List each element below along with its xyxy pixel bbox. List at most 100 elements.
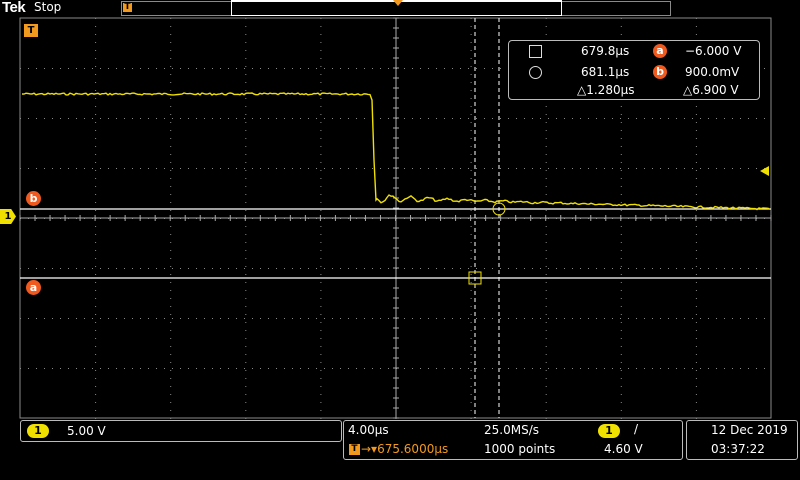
grid-dot bbox=[332, 168, 333, 169]
grid-dot bbox=[116, 68, 117, 69]
grid-dot bbox=[484, 318, 485, 319]
grid-dot bbox=[308, 268, 309, 269]
grid-dot bbox=[95, 170, 97, 171]
grid-dot bbox=[170, 378, 172, 379]
grid-dot bbox=[245, 26, 247, 27]
grid-dot bbox=[20, 68, 21, 69]
grid-dot bbox=[470, 362, 472, 363]
grid-dot bbox=[404, 168, 405, 169]
grid-dot bbox=[44, 118, 45, 119]
grid-dot bbox=[695, 170, 697, 171]
grid-dot bbox=[612, 268, 613, 269]
channel-1-scale-panel[interactable]: 1 5.00 V bbox=[20, 420, 342, 442]
grid-dot bbox=[108, 68, 109, 69]
grid-dot bbox=[252, 268, 253, 269]
grid-dot bbox=[140, 368, 141, 369]
time-per-division: 4.00µs bbox=[348, 423, 389, 437]
delta-time: △1.280µs bbox=[577, 83, 635, 97]
grid-dot bbox=[170, 146, 172, 147]
grid-dot bbox=[470, 186, 472, 187]
grid-dot bbox=[740, 368, 741, 369]
grid-dot bbox=[470, 154, 472, 155]
grid-dot bbox=[308, 318, 309, 319]
grid-dot bbox=[695, 410, 697, 411]
trigger-time-marker[interactable]: T bbox=[24, 24, 38, 37]
grid-dot bbox=[412, 268, 413, 269]
grid-dot bbox=[212, 268, 213, 269]
grid-dot bbox=[320, 410, 322, 411]
grid-dot bbox=[320, 250, 322, 251]
grid-dot bbox=[245, 66, 247, 67]
grid-dot bbox=[36, 318, 37, 319]
grid-dot bbox=[516, 268, 517, 269]
grid-dot bbox=[468, 268, 469, 269]
grid-dot bbox=[236, 368, 237, 369]
grid-dot bbox=[95, 410, 97, 411]
cursor-a-voltage: −6.000 V bbox=[685, 44, 742, 58]
grid-dot bbox=[708, 118, 709, 119]
grid-dot bbox=[124, 318, 125, 319]
grid-dot bbox=[170, 306, 172, 307]
grid-dot bbox=[580, 368, 581, 369]
grid-dot bbox=[170, 354, 172, 355]
grid-dot bbox=[380, 168, 381, 169]
grid-dot bbox=[636, 118, 637, 119]
grid-dot bbox=[716, 168, 717, 169]
grid-dot bbox=[320, 146, 322, 147]
grid-dot bbox=[548, 318, 549, 319]
grid-dot bbox=[95, 266, 97, 267]
grid-dot bbox=[100, 268, 101, 269]
grid-dot bbox=[545, 106, 547, 107]
grid-dot bbox=[620, 394, 622, 395]
grid-dot bbox=[620, 18, 622, 19]
grid-dot bbox=[732, 318, 733, 319]
grid-dot bbox=[470, 90, 472, 91]
grid-dot bbox=[380, 118, 381, 119]
grid-dot bbox=[470, 370, 472, 371]
grid-dot bbox=[364, 268, 365, 269]
grid-dot bbox=[172, 318, 173, 319]
grid-dot bbox=[548, 368, 549, 369]
grid-dot bbox=[436, 268, 437, 269]
grid-dot bbox=[644, 318, 645, 319]
grid-dot bbox=[320, 66, 322, 67]
grid-dot bbox=[748, 318, 749, 319]
grid-dot bbox=[170, 82, 172, 83]
grid-dot bbox=[516, 118, 517, 119]
grid-dot bbox=[695, 298, 697, 299]
grid-dot bbox=[236, 318, 237, 319]
grid-dot bbox=[95, 290, 97, 291]
grid-dot bbox=[316, 368, 317, 369]
grid-dot bbox=[470, 346, 472, 347]
grid-dot bbox=[170, 202, 172, 203]
grid-dot bbox=[324, 268, 325, 269]
grid-dot bbox=[436, 68, 437, 69]
grid-dot bbox=[245, 42, 247, 43]
grid-dot bbox=[108, 168, 109, 169]
grid-dot bbox=[170, 322, 172, 323]
grid-dot bbox=[170, 386, 172, 387]
grid-dot bbox=[380, 368, 381, 369]
grid-dot bbox=[620, 258, 622, 259]
grid-dot bbox=[320, 106, 322, 107]
grid-dot bbox=[316, 268, 317, 269]
grid-dot bbox=[95, 186, 97, 187]
grid-dot bbox=[708, 318, 709, 319]
grid-dot bbox=[324, 68, 325, 69]
grid-dot bbox=[470, 306, 472, 307]
timebase-trigger-panel[interactable]: 4.00µs 25.0MS/s 1 / T →▾675.6000µs 1000 … bbox=[343, 420, 683, 460]
trigger-delay-icon: T bbox=[349, 444, 360, 455]
grid-dot bbox=[564, 318, 565, 319]
grid-dot bbox=[140, 118, 141, 119]
grid-dot bbox=[260, 268, 261, 269]
grid-dot bbox=[428, 168, 429, 169]
grid-dot bbox=[470, 50, 472, 51]
grid-dot bbox=[700, 168, 701, 169]
grid-dot bbox=[196, 168, 197, 169]
record-length: 1000 points bbox=[484, 442, 556, 456]
grid-dot bbox=[95, 130, 97, 131]
grid-dot bbox=[116, 118, 117, 119]
grid-dot bbox=[470, 170, 472, 171]
grid-dot bbox=[52, 68, 53, 69]
trigger-level-marker[interactable] bbox=[760, 166, 769, 176]
